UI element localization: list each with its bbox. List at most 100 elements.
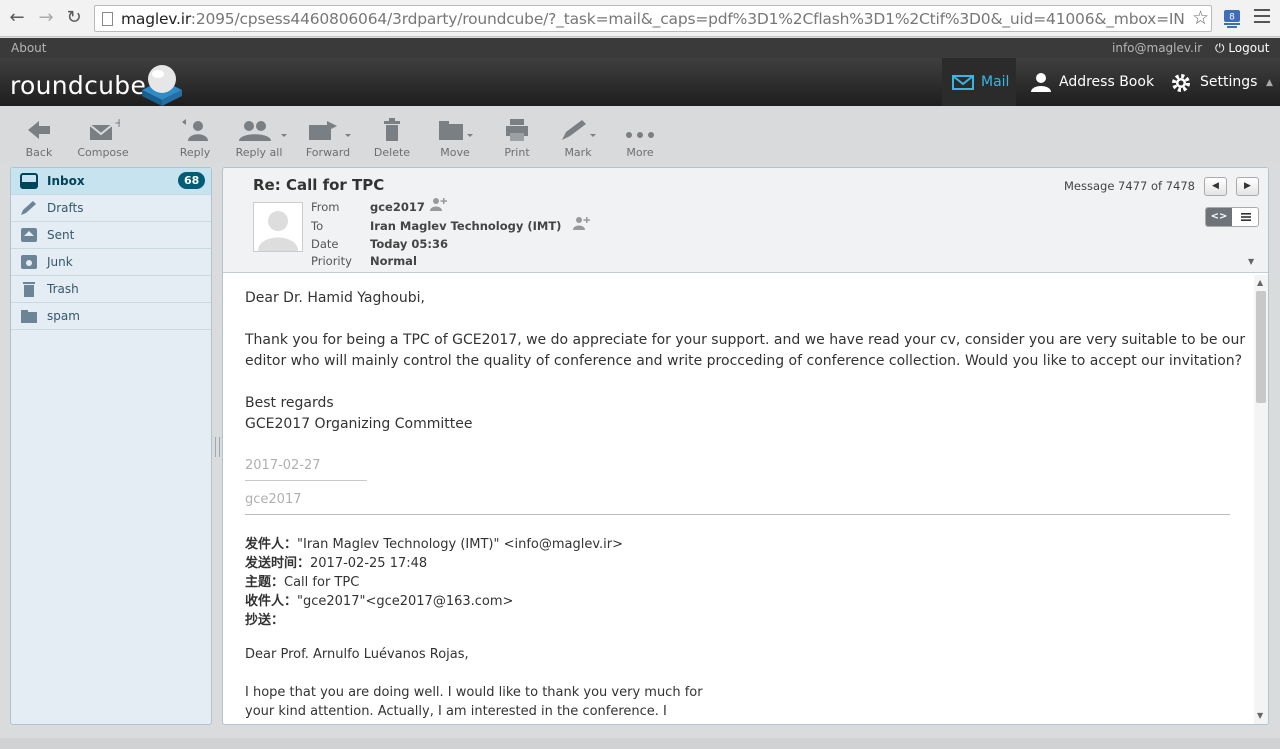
gear-icon <box>1172 74 1190 92</box>
header-priority-row: Priority Normal <box>311 254 417 268</box>
browser-menu-icon[interactable] <box>1254 9 1270 25</box>
header-date-row: Date Today 05:36 <box>311 237 448 251</box>
body-greeting: Dear Dr. Hamid Yaghoubi, <box>245 290 425 306</box>
plain-text-view-icon[interactable] <box>1233 208 1258 226</box>
message-subject: Re: Call for TPC <box>253 176 385 194</box>
more-dots-icon <box>626 132 654 138</box>
message-date: Today 05:36 <box>370 237 448 251</box>
app-header: roundcube Mail Address Book Settings ▲ <box>0 58 1280 106</box>
logo-text: roundcube <box>10 71 147 100</box>
recipient-name[interactable]: Iran Maglev Technology (IMT) <box>370 217 590 233</box>
roundcube-logo-icon <box>138 62 186 106</box>
about-link[interactable]: About <box>11 41 46 55</box>
mail-icon <box>952 75 974 90</box>
quoted-to: 收件人："gce2017"<gce2017@163.com> <box>245 594 514 609</box>
message-scrollbar[interactable]: ▲ ▼ <box>1254 275 1268 724</box>
reload-icon[interactable]: ↻ <box>64 8 84 28</box>
body-committee: GCE2017 Organizing Committee <box>245 416 473 432</box>
signature-date: 2017-02-27 <box>245 458 321 473</box>
mark-pen-icon <box>562 120 596 140</box>
folder-list: Inbox 68 Drafts Sent Junk Trash spam <box>10 167 212 725</box>
previous-message-button[interactable]: ◀ <box>1204 177 1227 196</box>
add-contact-icon <box>573 217 590 230</box>
quote-divider <box>245 514 1230 515</box>
sender-name[interactable]: gce2017 <box>370 198 447 214</box>
quoted-subject: 主题：Call for TPC <box>245 575 360 590</box>
page-icon <box>102 12 113 26</box>
move-folder-icon <box>439 121 473 140</box>
header-collapse-icon[interactable]: ▲ <box>1266 78 1273 88</box>
url-text[interactable]: maglev.ir:2095/cpsess4460806064/3rdparty… <box>121 10 1185 28</box>
html-view-icon[interactable]: <> <box>1206 208 1232 226</box>
pencil-icon <box>21 201 36 215</box>
logout-link[interactable]: ⏻ Logout <box>1215 41 1269 56</box>
person-icon <box>1031 73 1051 92</box>
print-button[interactable]: Print <box>498 118 536 166</box>
forward-button[interactable]: Forward <box>303 118 353 166</box>
window-bottom-edge <box>0 738 1280 749</box>
reply-all-icon <box>239 121 287 141</box>
view-mode-toggle: <> <box>1205 207 1259 227</box>
body-paragraph-line: editor who will mainly control the quali… <box>245 353 1243 369</box>
folder-inbox[interactable]: Inbox 68 <box>11 168 211 195</box>
folder-sent[interactable]: Sent <box>11 222 211 249</box>
back-button[interactable]: Back <box>20 118 58 166</box>
quoted-from: 发件人："Iran Maglev Technology (IMT)" <info… <box>245 537 624 552</box>
back-arrow-icon <box>28 121 50 139</box>
quoted-greeting: Dear Prof. Arnulfo Luévanos Rojas, <box>245 647 469 662</box>
forward-icon <box>309 121 351 140</box>
contact-avatar <box>253 202 303 252</box>
scroll-down-icon[interactable]: ▼ <box>1257 711 1263 720</box>
body-paragraph-line: Thank you for being a TPC of GCE2017, we… <box>245 332 1246 348</box>
next-message-button[interactable]: ▶ <box>1236 177 1259 196</box>
task-address-book[interactable]: Address Book <box>1030 58 1160 106</box>
scroll-thumb[interactable] <box>1256 291 1266 403</box>
reply-all-button[interactable]: Reply all <box>228 118 290 166</box>
add-contact-icon <box>430 198 447 211</box>
power-icon: ⏻ <box>1215 41 1225 55</box>
quoted-cc: 抄送： <box>245 613 285 628</box>
headers-expand-icon[interactable]: ▼ <box>1248 257 1254 266</box>
signature-name: gce2017 <box>245 492 302 507</box>
signature-divider <box>245 480 367 481</box>
message-toolbar: Back + Compose Reply Reply all Forward D… <box>0 106 1280 163</box>
quoted-sent: 发送时间：2017-02-25 17:48 <box>245 556 428 571</box>
body-regards: Best regards <box>245 395 334 411</box>
unread-count-badge: 68 <box>178 172 206 189</box>
browser-toolbar: ← → ↻ maglev.ir:2095/cpsess4460806064/3r… <box>0 0 1280 37</box>
quoted-line: I hope that you are doing well. I would … <box>245 685 703 700</box>
junk-icon <box>21 255 37 269</box>
browser-back-icon[interactable]: ← <box>7 8 27 28</box>
quoted-line: your kind attention. Actually, I am inte… <box>245 704 667 719</box>
move-button[interactable]: Move <box>435 118 475 166</box>
message-counter: Message 7477 of 7478 <box>1064 179 1195 193</box>
reply-button[interactable]: Reply <box>175 118 215 166</box>
message-body: Dear Dr. Hamid Yaghoubi, Thank you for b… <box>223 274 1253 724</box>
task-settings[interactable]: Settings <box>1168 58 1266 106</box>
more-button[interactable]: More <box>620 118 660 166</box>
folder-junk[interactable]: Junk <box>11 249 211 276</box>
address-bar[interactable]: maglev.ir:2095/cpsess4460806064/3rdparty… <box>94 5 1212 32</box>
folder-trash[interactable]: Trash <box>11 276 211 303</box>
trash-icon <box>384 118 400 141</box>
folder-spam[interactable]: spam <box>11 303 211 330</box>
trash-icon <box>23 282 35 297</box>
delete-button[interactable]: Delete <box>372 118 412 166</box>
scroll-up-icon[interactable]: ▲ <box>1257 278 1263 287</box>
folder-icon <box>21 310 37 323</box>
svg-text:+: + <box>114 118 120 130</box>
inbox-icon <box>20 173 38 189</box>
compose-button[interactable]: + Compose <box>72 118 134 166</box>
message-frame: Re: Call for TPC From gce2017 To Iran Ma… <box>222 167 1269 725</box>
pane-splitter[interactable] <box>215 437 220 457</box>
browser-forward-icon[interactable]: → <box>36 8 56 28</box>
message-header: Re: Call for TPC From gce2017 To Iran Ma… <box>223 168 1268 273</box>
extension-badge: 8 <box>1229 13 1235 23</box>
bookmark-star-icon[interactable]: ☆ <box>1192 7 1209 29</box>
task-mail[interactable]: Mail <box>942 58 1016 106</box>
folder-drafts[interactable]: Drafts <box>11 195 211 222</box>
header-to-row: To Iran Maglev Technology (IMT) <box>311 217 590 233</box>
sent-icon <box>21 228 37 242</box>
mark-button[interactable]: Mark <box>558 118 598 166</box>
extension-icon[interactable]: 8 <box>1222 7 1242 29</box>
